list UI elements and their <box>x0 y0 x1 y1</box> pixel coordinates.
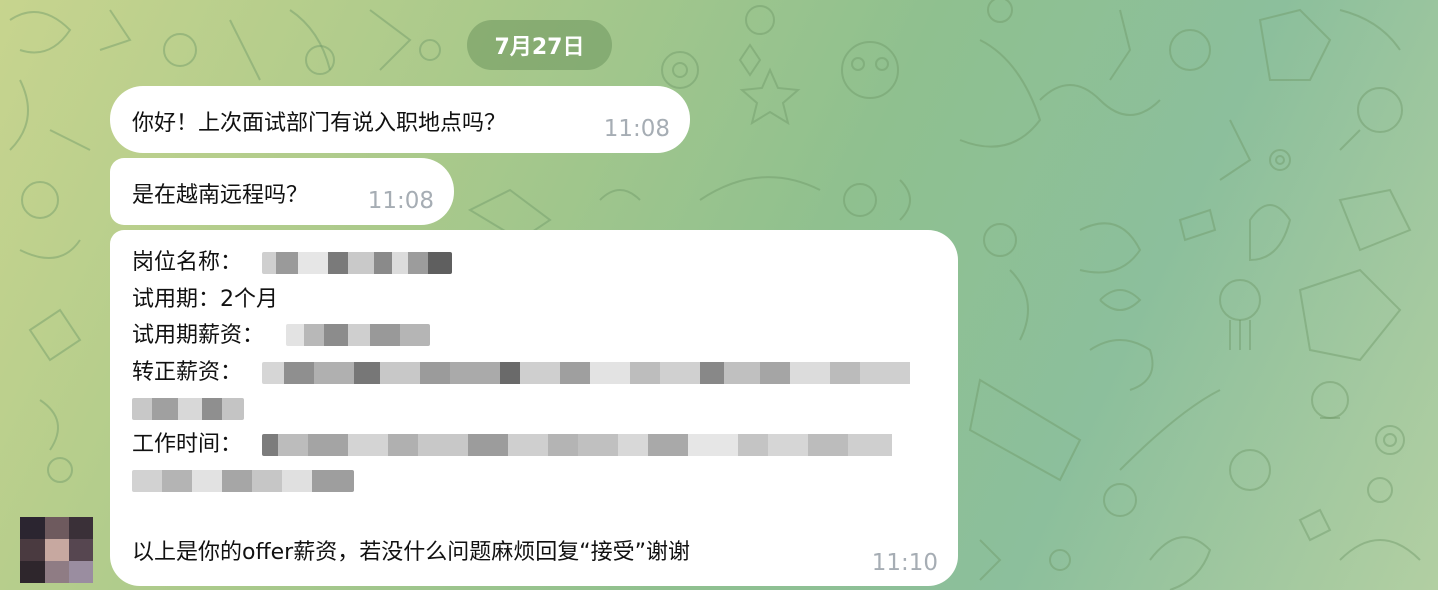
probation-salary-label: 试用期薪资： <box>132 323 265 348</box>
probation-salary-row: 试用期薪资： <box>132 323 264 349</box>
offer-message-bubble[interactable]: 岗位名称： 试用期：2个月 试用期薪资： 转正薪资： 工作时间： 以上是你的of… <box>110 230 958 586</box>
message-time: 11:08 <box>367 188 434 214</box>
probation-value: 2个月 <box>220 287 279 312</box>
date-label: 7月27日 <box>494 35 585 60</box>
regular-salary-label: 转正薪资： <box>132 360 243 385</box>
work-hours-row: 工作时间： <box>132 432 242 458</box>
message-time: 11:08 <box>603 116 670 142</box>
position-label: 岗位名称： <box>132 250 243 275</box>
regular-salary-row: 转正薪资： <box>132 360 242 386</box>
redacted-regular-salary <box>262 362 930 384</box>
redacted-position-value <box>262 252 452 274</box>
redacted-regular-salary-cont <box>132 398 244 420</box>
redacted-work-hours-cont <box>132 470 354 492</box>
probation-label: 试用期： <box>132 287 221 312</box>
message-time: 11:10 <box>871 550 938 576</box>
redacted-work-hours <box>262 434 922 456</box>
message-text: 你好！上次面试部门有说入职地点吗？ <box>132 111 507 136</box>
redacted-probation-salary <box>286 324 430 346</box>
probation-row: 试用期：2个月 <box>132 287 278 313</box>
position-row: 岗位名称： <box>132 250 242 276</box>
closing-text: 以上是你的offer薪资，若没什么问题麻烦回复“接受”谢谢 <box>132 540 690 566</box>
date-separator: 7月27日 <box>467 20 612 70</box>
avatar[interactable] <box>20 517 93 583</box>
work-hours-label: 工作时间： <box>132 432 243 457</box>
message-bubble[interactable]: 是在越南远程吗？ 11:08 <box>110 158 454 225</box>
message-bubble[interactable]: 你好！上次面试部门有说入职地点吗？ 11:08 <box>110 86 690 153</box>
closing-message: 以上是你的offer薪资，若没什么问题麻烦回复“接受”谢谢 <box>132 540 690 565</box>
message-text: 是在越南远程吗？ <box>132 183 309 208</box>
